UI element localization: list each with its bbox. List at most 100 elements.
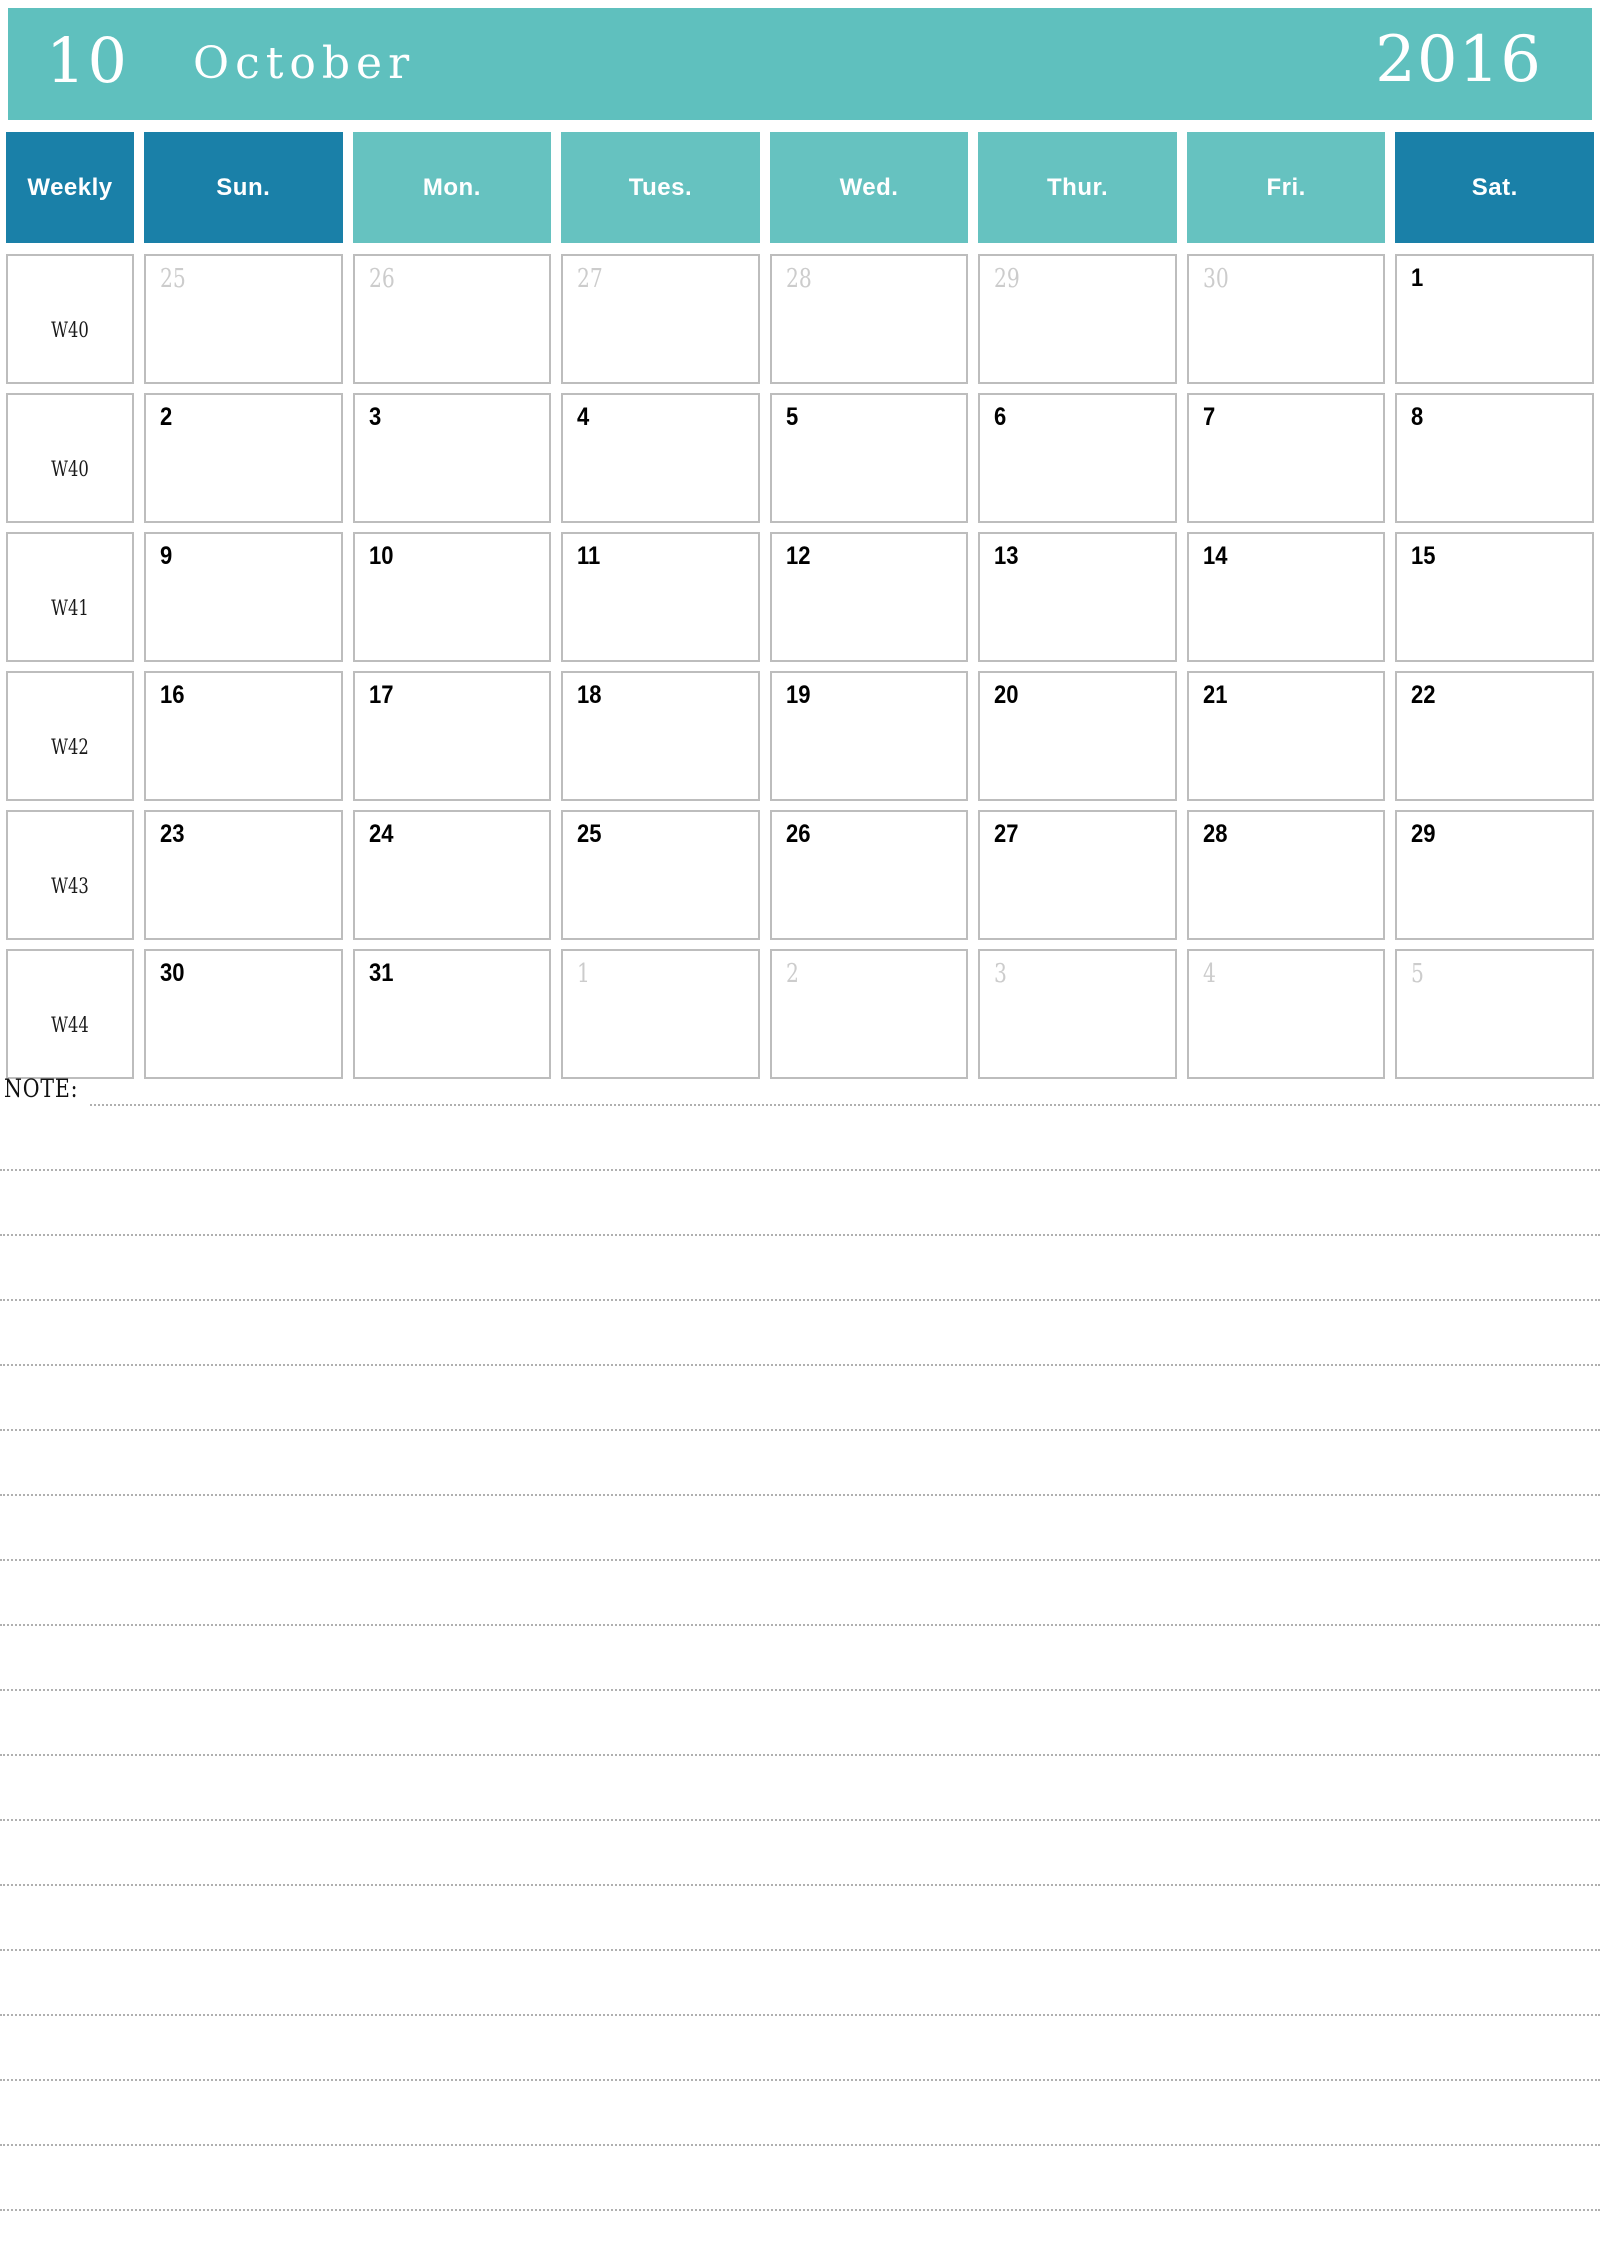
day-number: 28 [785, 264, 812, 294]
day-cell[interactable]: 21 [1186, 671, 1386, 801]
day-cell[interactable]: 14 [1186, 532, 1386, 662]
day-cell[interactable]: 3 [352, 393, 552, 523]
day-cell[interactable]: 9 [144, 532, 343, 662]
column-header-thu: Thur. [978, 132, 1177, 243]
day-cell[interactable]: 5 [769, 393, 969, 523]
day-number: 31 [368, 959, 394, 987]
week-row: W42 16 17 18 19 20 21 22 [6, 671, 1595, 801]
day-number: 29 [1411, 820, 1436, 848]
day-number: 6 [994, 403, 1007, 431]
day-cell[interactable]: 27 [561, 254, 760, 384]
day-cell[interactable]: 30 [1186, 254, 1386, 384]
day-cell[interactable]: 28 [1186, 810, 1386, 940]
note-ruled-line[interactable] [0, 1364, 1600, 1366]
day-cell[interactable]: 28 [769, 254, 969, 384]
note-ruled-line[interactable] [0, 1689, 1600, 1691]
day-cell[interactable]: 8 [1395, 393, 1595, 523]
day-number: 15 [1411, 542, 1436, 570]
day-cell[interactable]: 11 [561, 532, 760, 662]
column-header-mon: Mon. [352, 132, 552, 243]
week-number-label: W41 [51, 596, 89, 620]
day-cell[interactable]: 18 [561, 671, 760, 801]
day-cell[interactable]: 13 [978, 532, 1177, 662]
column-header-fri: Fri. [1186, 132, 1386, 243]
note-ruled-line[interactable] [0, 2079, 1600, 2081]
day-cell[interactable]: 24 [352, 810, 552, 940]
day-number: 3 [994, 959, 1008, 989]
day-number: 20 [994, 681, 1019, 709]
day-cell[interactable]: 17 [352, 671, 552, 801]
note-ruled-line[interactable] [0, 1949, 1600, 1951]
day-number: 23 [160, 820, 185, 848]
column-header-tue: Tues. [561, 132, 760, 243]
day-cell[interactable]: 4 [561, 393, 760, 523]
week-number-label: W40 [51, 318, 89, 342]
note-ruled-line[interactable] [0, 2144, 1600, 2146]
day-number: 25 [577, 820, 602, 848]
day-cell[interactable]: 16 [144, 671, 343, 801]
week-row: W41 9 10 11 12 13 14 15 [6, 532, 1595, 662]
day-cell[interactable]: 31 [352, 949, 552, 1079]
day-cell[interactable]: 26 [352, 254, 552, 384]
day-cell[interactable]: 12 [769, 532, 969, 662]
day-cell[interactable]: 15 [1395, 532, 1595, 662]
day-cell[interactable]: 25 [144, 254, 343, 384]
day-cell[interactable]: 29 [1395, 810, 1595, 940]
note-ruled-line[interactable] [0, 2209, 1600, 2211]
day-number: 27 [994, 820, 1019, 848]
day-number: 5 [785, 403, 798, 431]
day-number: 8 [1411, 403, 1424, 431]
day-cell[interactable]: 27 [978, 810, 1177, 940]
column-header-label: Tues. [628, 173, 693, 201]
note-ruled-line[interactable] [0, 1559, 1600, 1561]
day-cell[interactable]: 7 [1186, 393, 1386, 523]
column-header-wed: Wed. [769, 132, 969, 243]
day-cell[interactable]: 20 [978, 671, 1177, 801]
week-number-cell: W41 [6, 532, 134, 662]
day-cell[interactable]: 6 [978, 393, 1177, 523]
week-number-label: W43 [51, 874, 89, 898]
day-cell[interactable]: 1 [1395, 254, 1595, 384]
day-cell[interactable]: 29 [978, 254, 1177, 384]
day-cell[interactable]: 30 [144, 949, 343, 1079]
note-ruled-line[interactable] [90, 1104, 1600, 1106]
day-cell[interactable]: 3 [978, 949, 1177, 1079]
note-ruled-line[interactable] [0, 1299, 1600, 1301]
week-number-cell: W40 [6, 254, 134, 384]
day-cell[interactable]: 2 [144, 393, 343, 523]
column-header-label: Wed. [839, 173, 899, 201]
day-number: 5 [1411, 959, 1425, 989]
day-number: 26 [368, 264, 395, 294]
note-ruled-line[interactable] [0, 1624, 1600, 1626]
note-ruled-line[interactable] [0, 1169, 1600, 1171]
day-cell[interactable]: 26 [769, 810, 969, 940]
year-label: 2016 [1375, 23, 1542, 97]
note-ruled-line[interactable] [0, 1819, 1600, 1821]
day-cell[interactable]: 5 [1395, 949, 1595, 1079]
day-cell[interactable]: 10 [352, 532, 552, 662]
column-header-sun: Sun. [144, 132, 343, 243]
column-header-weekly: Weekly [6, 132, 134, 243]
column-header-label: Thur. [1047, 173, 1109, 201]
day-cell[interactable]: 2 [769, 949, 969, 1079]
day-number: 1 [577, 959, 591, 989]
day-number: 4 [1202, 959, 1216, 989]
column-header-label: Sun. [216, 173, 271, 201]
day-cell[interactable]: 4 [1186, 949, 1386, 1079]
note-ruled-line[interactable] [0, 1429, 1600, 1431]
note-lines[interactable] [0, 1104, 1600, 2251]
note-ruled-line[interactable] [0, 1884, 1600, 1886]
day-cell[interactable]: 1 [561, 949, 760, 1079]
note-ruled-line[interactable] [0, 2014, 1600, 2016]
day-number: 25 [160, 264, 186, 294]
day-cell[interactable]: 25 [561, 810, 760, 940]
day-cell[interactable]: 22 [1395, 671, 1595, 801]
note-ruled-line[interactable] [0, 1494, 1600, 1496]
week-number-cell: W40 [6, 393, 134, 523]
day-cell[interactable]: 19 [769, 671, 969, 801]
week-row: W40 25 26 27 28 29 30 1 [6, 254, 1595, 384]
note-ruled-line[interactable] [0, 1754, 1600, 1756]
note-ruled-line[interactable] [0, 1234, 1600, 1236]
day-cell[interactable]: 23 [144, 810, 343, 940]
week-number-label: W40 [51, 457, 89, 481]
